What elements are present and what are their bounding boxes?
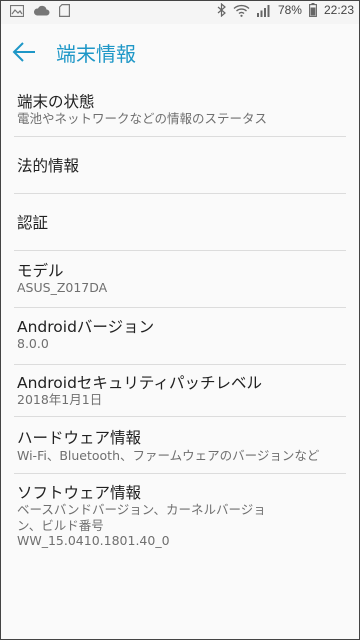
battery-percent: 78% xyxy=(277,3,302,17)
clock: 22:23 xyxy=(323,3,354,17)
item-title: 端末の状態 xyxy=(17,93,95,111)
list-item-legal-info[interactable]: 法的情報 xyxy=(0,137,360,193)
list-item-software-info[interactable]: ソフトウェア情報 ベースバンドバージョン、カーネルバージョ ン、ビルド番号 WW… xyxy=(0,474,360,554)
sd-card-icon xyxy=(59,4,70,17)
item-subtitle: 2018年1月1日 xyxy=(17,392,103,407)
item-subtitle: Wi-Fi、Bluetooth、ファームウェアのバージョンなど xyxy=(17,448,320,463)
wifi-icon xyxy=(233,4,250,17)
list-item-certification[interactable]: 認証 xyxy=(0,194,360,250)
bluetooth-icon xyxy=(217,3,226,17)
cloud-icon xyxy=(33,5,50,16)
item-title: ハードウェア情報 xyxy=(17,429,142,447)
signal-icon xyxy=(256,4,271,17)
page-title: 端末情報 xyxy=(56,42,136,66)
item-title: Androidセキュリティパッチレベル xyxy=(17,374,262,392)
item-title: 認証 xyxy=(17,214,49,232)
item-title: 法的情報 xyxy=(17,157,80,175)
item-subtitle: 電池やネットワークなどの情報のステータス xyxy=(17,111,268,126)
app-toolbar: 端末情報 xyxy=(0,24,360,80)
list-item-security-patch-level[interactable]: Androidセキュリティパッチレベル 2018年1月1日 xyxy=(0,365,360,421)
item-title: ソフトウェア情報 xyxy=(17,484,142,502)
list-item-model[interactable]: モデル ASUS_Z017DA xyxy=(0,251,360,307)
arrow-left-icon xyxy=(12,42,35,62)
image-icon xyxy=(10,4,24,17)
item-title: Androidバージョン xyxy=(17,318,155,336)
battery-icon xyxy=(309,3,317,17)
item-title: モデル xyxy=(17,262,64,280)
item-subtitle: 8.0.0 xyxy=(17,336,49,351)
list-item-hardware-info[interactable]: ハードウェア情報 Wi-Fi、Bluetooth、ファームウェアのバージョンなど xyxy=(0,417,360,473)
list-item-device-status[interactable]: 端末の状態 電池やネットワークなどの情報のステータス xyxy=(0,80,360,136)
back-button[interactable] xyxy=(10,38,38,66)
item-subtitle: ベースバンドバージョン、カーネルバージョ ン、ビルド番号 WW_15.0410.… xyxy=(17,502,266,548)
item-subtitle: ASUS_Z017DA xyxy=(17,280,108,295)
status-bar: 78% 22:23 xyxy=(0,0,360,24)
list-item-android-version[interactable]: Androidバージョン 8.0.0 xyxy=(0,308,360,364)
